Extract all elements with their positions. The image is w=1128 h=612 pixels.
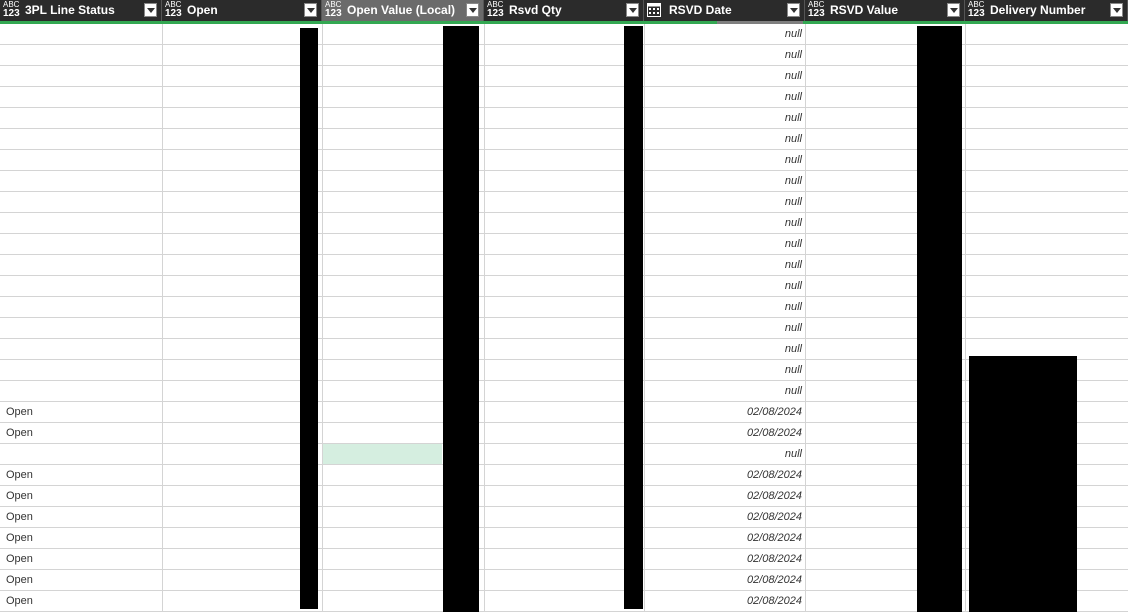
- cell-rsvd-date[interactable]: null: [785, 87, 802, 107]
- any-type-icon[interactable]: ABC 123: [808, 1, 826, 20]
- cell-rsvd-date[interactable]: 02/08/2024: [747, 465, 802, 485]
- cell-rsvd-date[interactable]: null: [785, 45, 802, 65]
- cell-rsvd-date[interactable]: null: [785, 66, 802, 86]
- type-icon-bottom-text: 123: [3, 8, 20, 19]
- cell-rsvd-date[interactable]: null: [785, 129, 802, 149]
- redaction-rsvd-qty-column: [624, 26, 643, 609]
- query-editor-grid: ABC 123 3PL Line Status ABC 123 Open ABC 123 Ope…: [0, 0, 1128, 612]
- selected-cell[interactable]: [323, 444, 442, 464]
- cell-rsvd-date[interactable]: null: [785, 381, 802, 401]
- cell-rsvd-date[interactable]: null: [785, 339, 802, 359]
- cell-rsvd-date[interactable]: null: [785, 276, 802, 296]
- redaction-open-column: [300, 28, 318, 609]
- column-title: Open: [187, 3, 218, 17]
- type-icon-bottom-text: 123: [968, 8, 985, 19]
- cell-rsvd-date[interactable]: null: [785, 150, 802, 170]
- column-header-rsvd-value[interactable]: ABC 123 RSVD Value: [805, 0, 965, 21]
- cell-3pl-line-status[interactable]: Open: [6, 423, 33, 443]
- any-type-icon[interactable]: ABC 123: [165, 1, 183, 20]
- cell-rsvd-date[interactable]: 02/08/2024: [747, 486, 802, 506]
- column-header-open[interactable]: ABC 123 Open: [162, 0, 322, 21]
- cell-rsvd-date[interactable]: null: [785, 297, 802, 317]
- cell-3pl-line-status[interactable]: Open: [6, 402, 33, 422]
- filter-dropdown-icon[interactable]: [144, 3, 157, 17]
- cell-rsvd-date[interactable]: 02/08/2024: [747, 507, 802, 527]
- column-header-open-value-local[interactable]: ABC 123 Open Value (Local): [322, 0, 484, 21]
- cell-3pl-line-status[interactable]: Open: [6, 591, 33, 611]
- redaction-delivery-number-column: [969, 356, 1077, 612]
- cell-rsvd-date[interactable]: null: [785, 255, 802, 275]
- cell-3pl-line-status[interactable]: Open: [6, 507, 33, 527]
- column-header-3pl-line-status[interactable]: ABC 123 3PL Line Status: [0, 0, 162, 21]
- column-header-row: ABC 123 3PL Line Status ABC 123 Open ABC 123 Ope…: [0, 0, 1128, 21]
- any-type-icon[interactable]: ABC 123: [3, 1, 21, 20]
- cell-rsvd-date[interactable]: null: [785, 360, 802, 380]
- any-type-icon[interactable]: ABC 123: [487, 1, 505, 20]
- redaction-rsvd-value-column: [917, 26, 962, 612]
- cell-3pl-line-status[interactable]: Open: [6, 570, 33, 590]
- cell-rsvd-date[interactable]: null: [785, 171, 802, 191]
- cell-3pl-line-status[interactable]: Open: [6, 486, 33, 506]
- column-title: RSVD Date: [669, 3, 732, 17]
- cell-3pl-line-status[interactable]: Open: [6, 549, 33, 569]
- cell-3pl-line-status[interactable]: Open: [6, 528, 33, 548]
- any-type-icon[interactable]: ABC 123: [968, 1, 986, 20]
- cell-rsvd-date[interactable]: null: [785, 318, 802, 338]
- filter-dropdown-icon[interactable]: [787, 3, 800, 17]
- cell-rsvd-date[interactable]: 02/08/2024: [747, 591, 802, 611]
- filter-dropdown-icon[interactable]: [304, 3, 317, 17]
- cell-rsvd-date[interactable]: 02/08/2024: [747, 402, 802, 422]
- column-divider: [484, 24, 485, 612]
- column-title: Rsvd Qty: [509, 3, 562, 17]
- type-icon-bottom-text: 123: [487, 8, 504, 19]
- column-title: Delivery Number: [990, 3, 1086, 17]
- any-type-icon[interactable]: ABC 123: [325, 1, 343, 20]
- date-type-icon[interactable]: [647, 3, 661, 17]
- cell-rsvd-date[interactable]: 02/08/2024: [747, 528, 802, 548]
- column-divider: [644, 24, 645, 612]
- cell-rsvd-date[interactable]: 02/08/2024: [747, 570, 802, 590]
- cell-rsvd-date[interactable]: null: [785, 234, 802, 254]
- cell-rsvd-date[interactable]: null: [785, 24, 802, 44]
- cell-rsvd-date[interactable]: null: [785, 108, 802, 128]
- column-divider: [162, 24, 163, 612]
- column-divider: [805, 24, 806, 612]
- cell-rsvd-date[interactable]: null: [785, 192, 802, 212]
- column-title: Open Value (Local): [347, 3, 456, 17]
- cell-3pl-line-status[interactable]: Open: [6, 465, 33, 485]
- column-title: RSVD Value: [830, 3, 899, 17]
- column-header-rsvd-qty[interactable]: ABC 123 Rsvd Qty: [484, 0, 644, 21]
- column-title: 3PL Line Status: [25, 3, 115, 17]
- type-icon-bottom-text: 123: [165, 8, 182, 19]
- column-header-rsvd-date[interactable]: RSVD Date: [644, 0, 805, 21]
- cell-rsvd-date[interactable]: 02/08/2024: [747, 549, 802, 569]
- type-icon-bottom-text: 123: [808, 8, 825, 19]
- filter-dropdown-icon[interactable]: [466, 3, 479, 17]
- column-divider: [322, 24, 323, 612]
- filter-dropdown-icon[interactable]: [1110, 3, 1123, 17]
- filter-dropdown-icon[interactable]: [947, 3, 960, 17]
- cell-rsvd-date[interactable]: null: [785, 444, 802, 464]
- cell-rsvd-date[interactable]: null: [785, 213, 802, 233]
- filter-dropdown-icon[interactable]: [626, 3, 639, 17]
- cell-rsvd-date[interactable]: 02/08/2024: [747, 423, 802, 443]
- redaction-open-value-column: [443, 26, 479, 612]
- type-icon-bottom-text: 123: [325, 8, 342, 19]
- column-header-delivery-number[interactable]: ABC 123 Delivery Number: [965, 0, 1128, 21]
- column-divider: [965, 24, 966, 612]
